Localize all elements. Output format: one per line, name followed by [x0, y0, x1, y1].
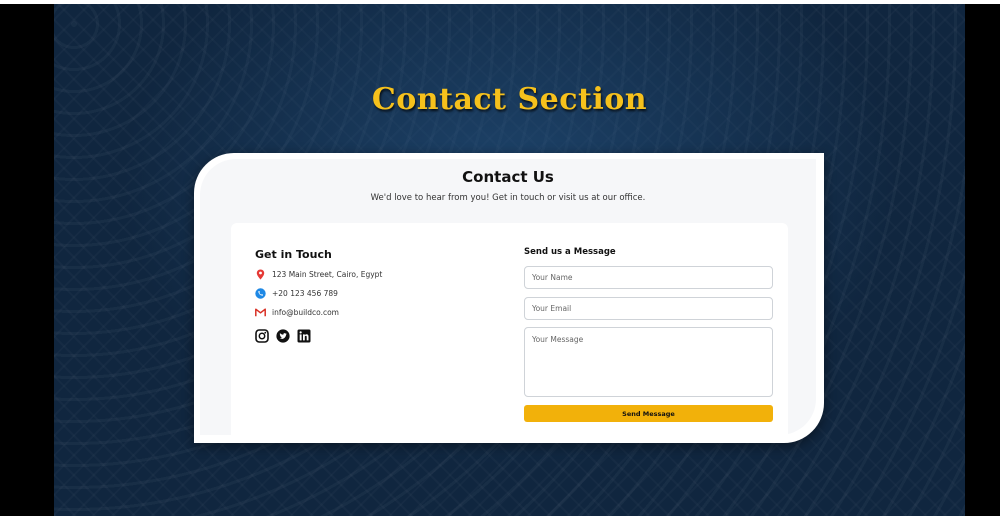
linkedin-icon[interactable] [297, 329, 311, 343]
hero-title: Contact Section [371, 82, 648, 117]
name-input[interactable] [524, 266, 773, 289]
email-row: info@buildco.com [255, 306, 339, 318]
address-text: 123 Main Street, Cairo, Egypt [272, 269, 383, 279]
location-pin-icon [255, 269, 266, 280]
send-message-button[interactable]: Send Message [524, 405, 773, 422]
message-textarea[interactable] [524, 327, 773, 397]
contact-title: Contact Us [462, 168, 554, 186]
contact-subtitle: We'd love to hear from you! Get in touch… [370, 193, 646, 203]
twitter-icon[interactable] [276, 329, 290, 343]
phone-icon [255, 287, 266, 299]
form-title: Send us a Message [524, 247, 616, 257]
page: Contact Section Contact Us We'd love to … [0, 0, 1000, 516]
letterbox-left [0, 4, 54, 516]
phone-text: +20 123 456 789 [272, 288, 338, 298]
contact-card-inner: Contact Us We'd love to hear from you! G… [200, 159, 816, 441]
email-text[interactable]: info@buildco.com [272, 308, 339, 317]
contact-card: Contact Us We'd love to hear from you! G… [194, 153, 824, 443]
instagram-icon[interactable] [255, 329, 269, 343]
get-in-touch-title: Get in Touch [255, 248, 332, 261]
phone-row: +20 123 456 789 [255, 287, 338, 299]
gmail-icon [255, 307, 266, 318]
social-links [255, 329, 311, 343]
email-input[interactable] [524, 297, 773, 320]
letterbox-right [965, 4, 1000, 516]
address-row: 123 Main Street, Cairo, Egypt [255, 268, 382, 280]
contact-panel: Get in Touch 123 Main Street, Cairo, Egy… [231, 223, 788, 441]
